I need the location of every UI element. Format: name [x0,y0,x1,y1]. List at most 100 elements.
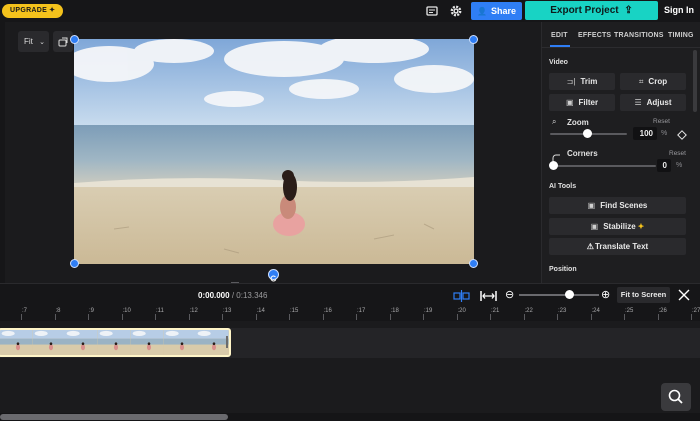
tab-timing[interactable]: TIMING [668,32,694,39]
stabilize-button[interactable]: ▣ Stabilize ✦ [549,218,686,235]
ruler-tick-label: :14 [256,308,265,314]
section-position-title: Position [549,266,577,273]
translate-text-button[interactable]: ⚠Translate Text [549,238,686,255]
ruler-tick-label: :12 [189,308,198,314]
resize-handle-bottom-right[interactable] [469,259,478,268]
split-icon[interactable] [453,289,470,302]
ruler-tick-label: :27 [692,308,700,314]
ruler-tick-label: :18 [390,308,399,314]
zoom-value-field[interactable]: 100 [633,127,657,140]
timeline-zoom-knob[interactable] [565,290,574,299]
trim-button[interactable]: ⊐| Trim [549,73,615,90]
ruler-tick-mark [423,314,424,320]
ruler-tick-label: :9 [89,308,95,314]
section-ai-tools-title: AI Tools [549,183,577,190]
crop-label: Crop [648,77,668,86]
filter-button[interactable]: ▣ Filter [549,94,615,111]
adjust-button[interactable]: ☰ Adjust [620,94,686,111]
ruler-tick-mark [188,314,190,320]
clip-thumbnail-frame [98,330,131,355]
subtitles-icon[interactable] [425,4,439,18]
share-label: Share [490,6,516,16]
corners-slider-track[interactable] [550,165,656,167]
ruler-tick-label: :10 [122,308,131,314]
zoom-reset-link[interactable]: Reset [653,118,670,125]
translate-icon: ⚠ [586,242,594,251]
search-icon [668,389,683,404]
close-timeline-icon[interactable] [678,288,690,301]
filter-icon: ▣ [565,98,574,107]
chevron-down-icon: ⌄ [39,39,45,46]
ruler-tick-label: :8 [55,308,61,314]
ruler-tick-mark [523,314,525,320]
crop-icon: ⌗ [638,77,644,86]
section-video-title: Video [549,59,568,66]
resize-handle-top-right[interactable] [469,35,478,44]
corners-value-field[interactable]: 0 [657,159,671,172]
active-tab-indicator [550,45,570,47]
ruler-tick-mark [490,314,491,320]
ruler-tick-label: :7 [22,308,28,314]
ruler-tick-mark [21,314,22,320]
total-time: 0:13.346 [236,291,268,300]
ruler-tick-label: :19 [424,308,433,314]
video-clip[interactable] [0,328,231,357]
zoom-out-icon[interactable]: ⊖ [505,288,514,301]
keyframe-diamond-icon[interactable] [677,127,687,140]
ruler-tick-mark [222,314,223,320]
ruler-tick-mark [389,314,391,320]
clip-thumbnail-frame [163,330,197,355]
gear-icon[interactable] [449,4,463,18]
current-time: 0:00.000 [198,291,230,300]
tab-edit[interactable]: EDIT [551,32,568,39]
ruler-tick-mark [456,314,458,320]
share-button[interactable]: 👤 Share [471,2,522,20]
tab-transitions[interactable]: TRANSITIONS [614,32,664,39]
resize-handle-bottom-left[interactable] [70,259,79,268]
ruler-tick-label: :11 [156,308,164,314]
fit-dropdown[interactable]: Fit ⌄ [18,31,49,52]
corners-slider-knob[interactable] [549,161,558,170]
panel-scrollbar[interactable] [693,50,697,112]
sliders-icon: ☰ [634,98,642,107]
translate-label: Translate Text [594,242,649,251]
timeline-zoom-track[interactable] [519,294,599,296]
zoom-in-icon[interactable]: ⊕ [601,288,610,301]
ruler-tick-label: :13 [223,308,232,314]
export-upload-icon: ⇪ [624,5,633,16]
ruler-tick-mark [624,314,625,320]
ruler-tick-mark [255,314,257,320]
timeline-scrollbar-thumb[interactable] [0,414,228,420]
clip-trim-handle[interactable] [226,336,228,348]
time-separator: / [231,291,235,300]
ruler-tick-label: :16 [323,308,332,314]
fit-clip-icon[interactable] [480,289,497,301]
ruler-tick-label: :23 [558,308,567,314]
zoom-slider-knob[interactable] [583,129,592,138]
ruler-tick-mark [657,314,659,320]
ruler-tick-mark [322,314,324,320]
zoom-unit: % [661,130,668,137]
tab-effects[interactable]: EFFECTS [578,32,611,39]
sign-in-link[interactable]: Sign In [660,1,698,20]
ruler-tick-mark [289,314,290,320]
scenes-icon: ▣ [587,201,596,210]
ruler-tick-label: :20 [457,308,466,314]
export-project-button[interactable]: Export Project ⇪ [525,1,658,20]
crop-button[interactable]: ⌗ Crop [620,73,686,90]
corners-reset-link[interactable]: Reset [669,150,686,157]
upgrade-button[interactable]: UPGRADE ✦ [2,4,64,18]
fit-to-screen-button[interactable]: Fit to Screen [617,287,670,303]
trim-icon: ⊐| [566,77,576,86]
find-scenes-button[interactable]: ▣ Find Scenes [549,197,686,214]
timecode: 0:00.000 / 0:13.346 [198,291,267,300]
video-preview[interactable] [74,39,474,264]
timeline-body [0,358,700,413]
resize-handle-top-left[interactable] [70,35,79,44]
fit-label: Fit [24,37,33,46]
search-button[interactable] [661,383,691,411]
clip-thumbnail-frame [130,330,164,355]
left-collapse-strip[interactable] [0,22,5,283]
rotate-handle[interactable] [268,269,279,282]
ruler-tick-mark [54,314,56,320]
